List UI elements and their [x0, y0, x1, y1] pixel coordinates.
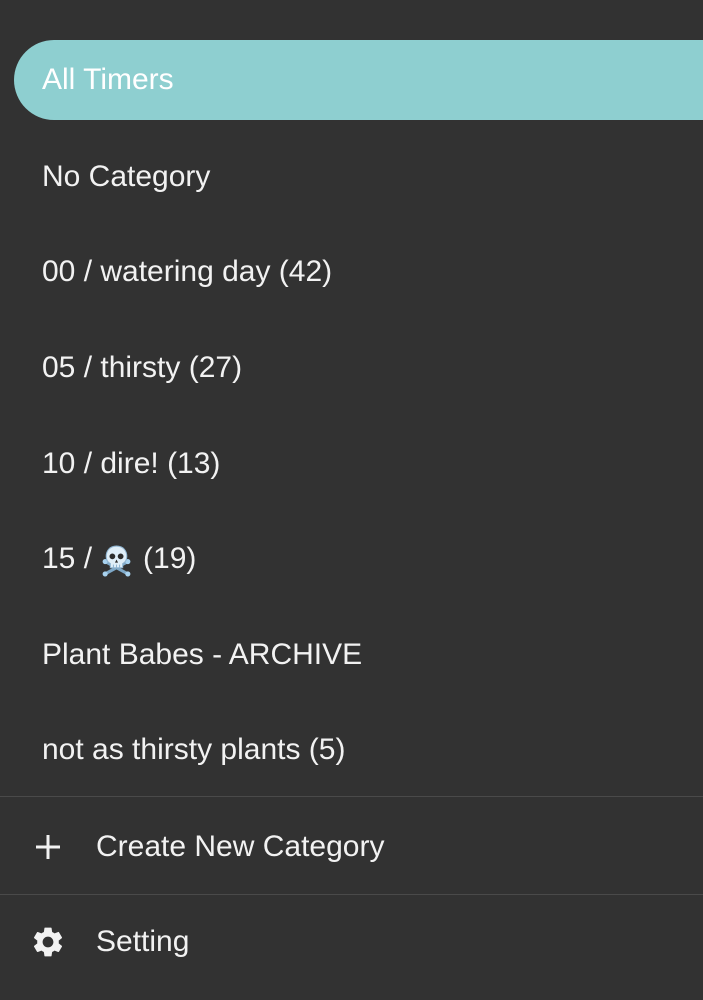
drawer-item-dire[interactable]: 10 / dire! (13): [0, 424, 703, 504]
drawer-item-label: 15 / (19): [42, 543, 196, 576]
drawer-item-thirsty[interactable]: 05 / thirsty (27): [0, 328, 703, 408]
create-category-label: Create New Category: [96, 830, 385, 863]
drawer-item-prefix: 15 /: [42, 542, 93, 575]
drawer-item-label: No Category: [42, 160, 211, 193]
skull-crossbones-icon: [100, 544, 133, 577]
drawer-item-label: Plant Babes - ARCHIVE: [42, 638, 363, 671]
drawer-item-watering-day[interactable]: 00 / watering day (42): [0, 232, 703, 312]
drawer-item-label: not as thirsty plants (5): [42, 733, 346, 766]
drawer-item-suffix: (19): [143, 542, 197, 575]
drawer-item-not-as-thirsty[interactable]: not as thirsty plants (5): [0, 710, 703, 790]
drawer-item-label: All Timers: [42, 63, 174, 96]
drawer-item-label: 00 / watering day (42): [42, 255, 333, 288]
create-category-button[interactable]: Create New Category: [0, 803, 703, 891]
gear-icon: [30, 924, 66, 960]
plus-icon: [30, 829, 66, 865]
divider: [0, 796, 703, 797]
settings-button[interactable]: Setting: [0, 898, 703, 986]
drawer-item-all-timers[interactable]: All Timers: [14, 40, 703, 120]
settings-label: Setting: [96, 925, 190, 958]
divider: [0, 894, 703, 895]
drawer-item-skull-category[interactable]: 15 / (19): [0, 519, 703, 599]
drawer-item-label: 05 / thirsty (27): [42, 351, 243, 384]
drawer-item-label: 10 / dire! (13): [42, 447, 221, 480]
drawer-item-plant-babes-archive[interactable]: Plant Babes - ARCHIVE: [0, 615, 703, 695]
drawer-item-no-category[interactable]: No Category: [0, 137, 703, 217]
navigation-drawer: All Timers No Category 00 / watering day…: [0, 0, 703, 1000]
